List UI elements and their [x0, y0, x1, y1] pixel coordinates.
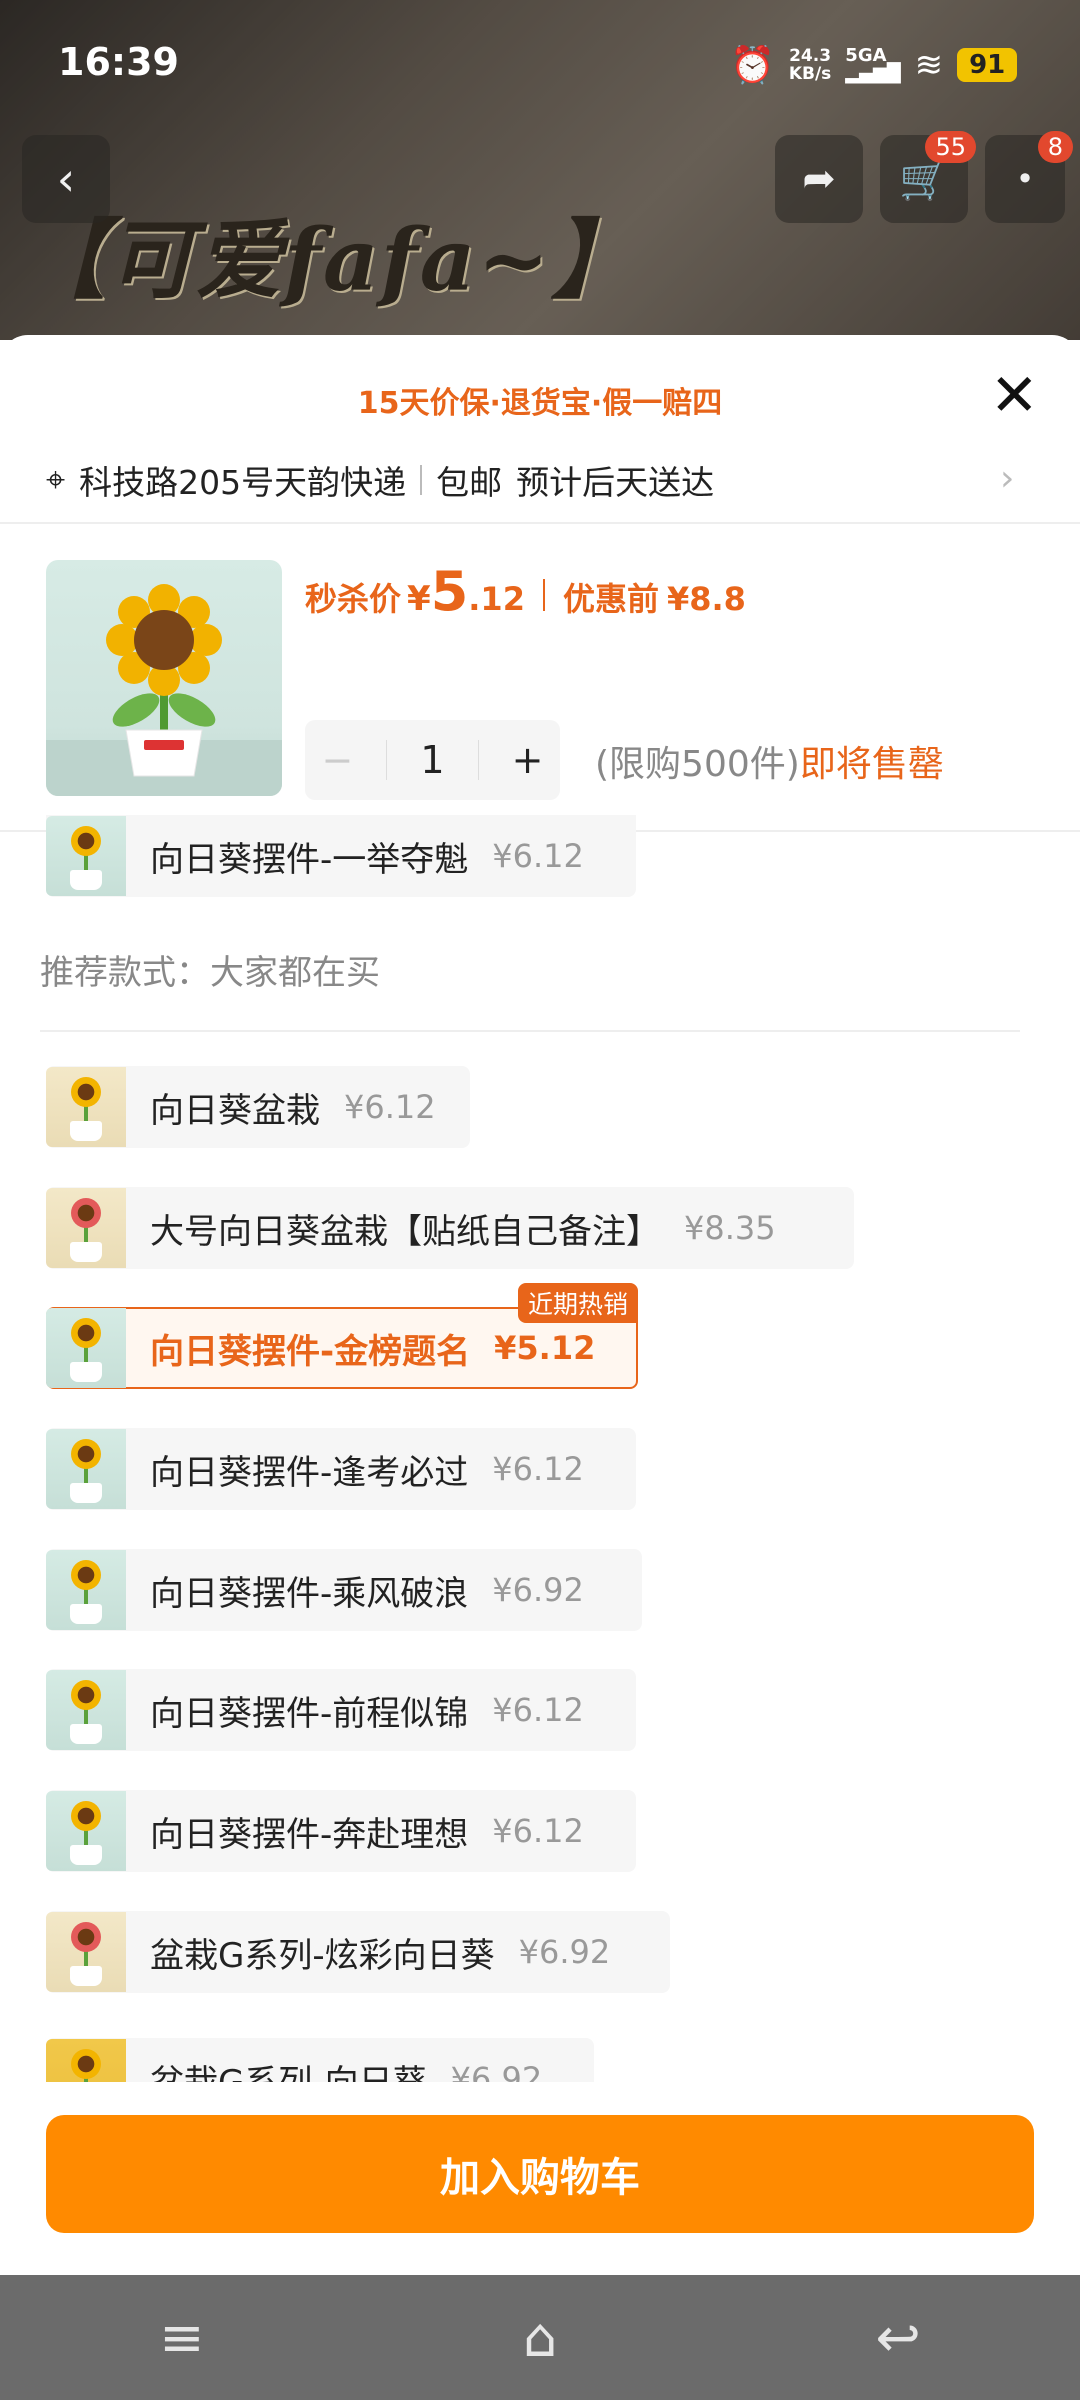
eta-text: 预计后天送达	[516, 463, 715, 502]
stock-status: 即将售罄	[799, 744, 944, 785]
quantity-value[interactable]: 1	[420, 738, 444, 782]
product-thumbnail[interactable]	[46, 560, 282, 796]
divider	[40, 1030, 1020, 1032]
system-nav-bar: ≡ ⌂ ↩	[0, 2275, 1080, 2400]
option-name: 向日葵盆栽	[150, 1090, 320, 1131]
divider	[386, 740, 388, 780]
yen-symbol: ¥	[407, 579, 431, 619]
option-name: 向日葵摆件-乘风破浪	[150, 1573, 469, 1614]
back-icon[interactable]: ↩	[876, 2306, 921, 2369]
option-thumbnail	[46, 816, 126, 896]
cart-badge: 55	[925, 131, 976, 163]
option-price: ¥6.12	[344, 1088, 436, 1126]
divider	[477, 740, 479, 780]
option-name: 向日葵摆件-前程似锦	[150, 1693, 469, 1734]
option-item[interactable]: 向日葵摆件-逢考必过 ¥6.12	[46, 1428, 636, 1510]
option-item[interactable]: 盆栽G系列-炫彩向日葵 ¥6.92	[46, 1911, 670, 1993]
option-thumbnail	[46, 1429, 126, 1509]
option-thumbnail	[46, 1670, 126, 1750]
option-price: ¥6.92	[492, 1571, 584, 1609]
more-button[interactable]: • 8	[985, 131, 1073, 223]
option-item-selected[interactable]: 向日葵摆件-金榜题名 ¥5.12 近期热销	[46, 1283, 638, 1389]
separator	[420, 465, 423, 495]
message-badge: 8	[1037, 131, 1073, 163]
option-item[interactable]: 向日葵盆栽 ¥6.12	[46, 1066, 470, 1148]
option-thumbnail	[46, 1188, 126, 1268]
option-price: ¥6.12	[492, 1450, 584, 1488]
share-button[interactable]: ➦	[775, 135, 863, 223]
status-bar-right: ⏰ 24.3 KB/s 5GA ▂▄▆█ ≋ 91	[730, 42, 1018, 88]
hot-tag: 近期热销	[517, 1283, 638, 1323]
signal-icon: 5GA ▂▄▆█	[845, 45, 901, 84]
separator	[542, 579, 545, 611]
shipping-text: 包邮	[436, 463, 503, 502]
option-price: ¥6.12	[492, 837, 584, 875]
quantity-stepper: − 1 +	[305, 720, 560, 800]
option-thumbnail	[46, 2039, 126, 2082]
location-pin-icon: ⌖	[46, 460, 66, 500]
option-name: 向日葵摆件-一举夺魁	[150, 839, 469, 880]
home-icon[interactable]: ⌂	[523, 2306, 557, 2369]
network-speed: 24.3 KB/s	[788, 46, 832, 84]
option-thumbnail	[46, 1308, 126, 1388]
purchase-limit: (限购500件)即将售罄	[595, 744, 944, 785]
battery-level: 91	[957, 48, 1018, 82]
option-price: ¥8.35	[684, 1209, 776, 1247]
before-price: ¥8.8	[666, 580, 746, 618]
share-icon: ➦	[802, 156, 836, 202]
cart-button[interactable]: 🛒 55	[880, 131, 976, 223]
back-button[interactable]: ‹	[22, 135, 110, 223]
sale-price-dec: .12	[468, 580, 525, 618]
option-item[interactable]: 向日葵摆件-乘风破浪 ¥6.92	[46, 1549, 642, 1631]
background-title: 【可爱fafa~】	[20, 210, 640, 311]
option-price: ¥6.92	[518, 1933, 611, 1971]
decrease-button[interactable]: −	[322, 738, 354, 782]
option-item[interactable]: 大号向日葵盆栽【贴纸自己备注】 ¥8.35	[46, 1187, 854, 1269]
menu-icon[interactable]: ≡	[159, 2306, 204, 2369]
option-item[interactable]: 盆栽G系列-向日葵 ¥6.92	[46, 2038, 594, 2082]
option-item[interactable]: 向日葵摆件-一举夺魁 ¥6.12	[46, 815, 636, 897]
option-name: 向日葵摆件-金榜题名	[150, 1331, 471, 1372]
sale-label: 秒杀价	[305, 580, 402, 618]
option-price: ¥6.92	[450, 2060, 543, 2082]
option-name: 大号向日葵盆栽【贴纸自己备注】	[150, 1211, 660, 1252]
option-thumbnail	[46, 1912, 126, 1992]
wifi-icon: ≋	[914, 45, 944, 85]
divider	[0, 522, 1080, 524]
chevron-right-icon[interactable]: ›	[1000, 458, 1014, 499]
chevron-left-icon: ‹	[56, 152, 76, 206]
option-name: 向日葵摆件-奔赴理想	[150, 1814, 469, 1855]
option-price: ¥5.12	[494, 1329, 596, 1367]
increase-button[interactable]: +	[512, 738, 544, 782]
option-thumbnail	[46, 1067, 126, 1147]
alarm-icon: ⏰	[730, 45, 775, 86]
option-thumbnail	[46, 1791, 126, 1871]
address-row[interactable]: ⌖ 科技路205号天韵快递 包邮 预计后天送达	[46, 455, 1036, 505]
option-price: ¥6.12	[492, 1812, 584, 1850]
option-thumbnail	[46, 1550, 126, 1630]
sale-price-int: 5	[430, 560, 469, 623]
option-name: 盆栽G系列-炫彩向日葵	[150, 1935, 495, 1976]
option-item[interactable]: 向日葵摆件-奔赴理想 ¥6.12	[46, 1790, 636, 1872]
price-line: 秒杀价 ¥ 5 .12 优惠前 ¥8.8	[305, 560, 746, 630]
option-clip: 盆栽G系列-向日葵 ¥6.92	[0, 2032, 1080, 2082]
option-item[interactable]: 向日葵摆件-前程似锦 ¥6.12	[46, 1669, 636, 1751]
guarantee-text: 15天价保·退货宝·假一赔四	[357, 386, 723, 421]
before-label: 优惠前	[562, 580, 659, 618]
more-icon: •	[1015, 160, 1035, 198]
add-to-cart-button[interactable]: 加入购物车	[46, 2115, 1034, 2233]
option-name: 向日葵摆件-逢考必过	[150, 1452, 469, 1493]
address-location: 科技路205号天韵快递	[79, 463, 407, 502]
recommend-label: 推荐款式：大家都在买	[40, 953, 380, 993]
option-price: ¥6.12	[492, 1691, 584, 1729]
option-name: 盆栽G系列-向日葵	[150, 2055, 427, 2083]
status-time: 16:39	[58, 40, 179, 84]
close-icon[interactable]: ✕	[990, 365, 1039, 425]
